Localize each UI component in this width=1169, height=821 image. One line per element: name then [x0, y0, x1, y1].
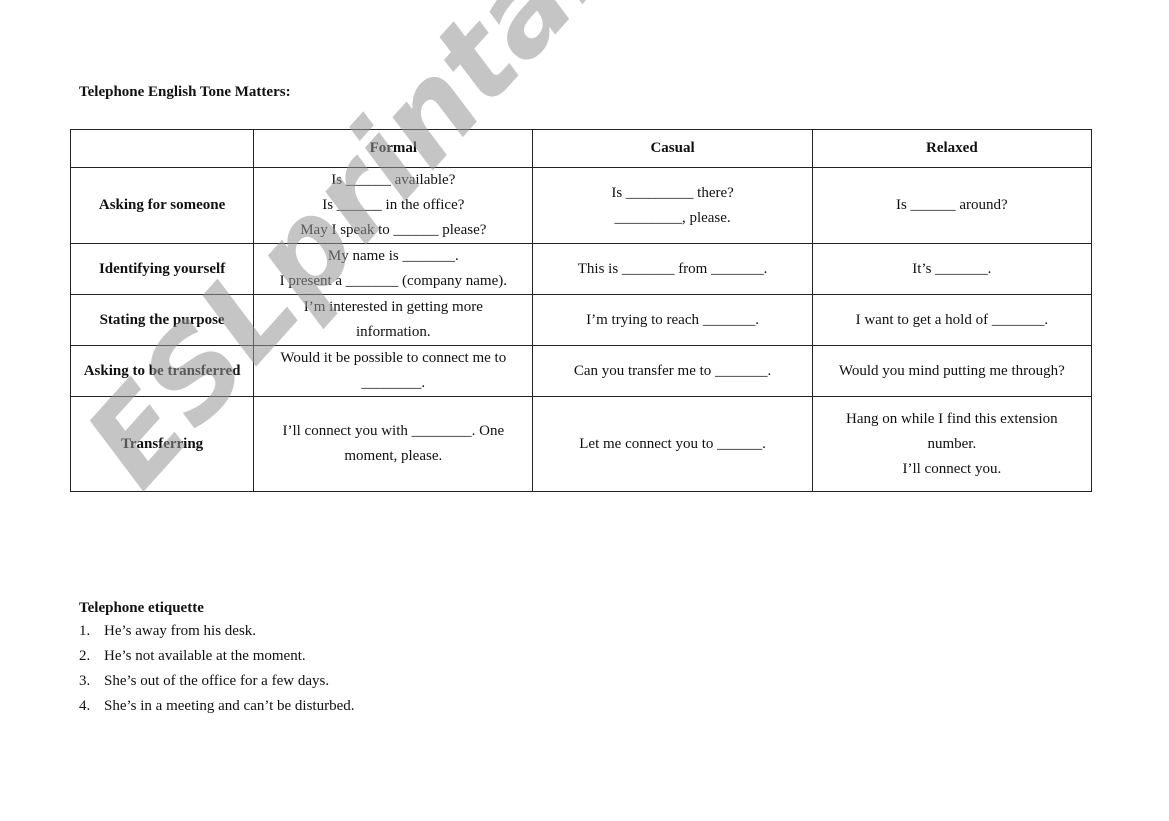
row-label: Asking to be transferred: [69, 345, 255, 397]
table-row: Identifying yourself My name is _______. I…: [69, 243, 1093, 295]
etiquette-section: Telephone etiquette 1. He’s away from his…: [79, 597, 355, 719]
cell-formal: Would it be possible to connect me to ___…: [253, 345, 534, 397]
cell-relaxed: Is ______ around?: [811, 167, 1093, 244]
cell-line: Is ______ available?: [331, 172, 456, 188]
row-label: Asking for someone: [69, 167, 255, 244]
cell-line: May I speak to ______ please?: [300, 222, 487, 238]
cell-line: This is _______ from _______.: [577, 260, 768, 277]
item-text: He’s away from his desk.: [104, 623, 257, 639]
cell-formal: I’ll connect you with ________. One momen…: [253, 396, 534, 492]
item-number: 3.: [79, 673, 91, 689]
table-header-row: Formal Casual Relaxed: [69, 129, 1093, 168]
cell-formal: My name is _______. I present a _______ (…: [253, 243, 534, 295]
cell-formal: Is ______ available? Is ______ in the off…: [253, 167, 534, 244]
table-row: Asking for someone Is ______ available? Is…: [69, 167, 1093, 244]
cell-line: I want to get a hold of _______.: [855, 311, 1049, 328]
table-row: Asking to be transferred Would it be poss…: [69, 345, 1093, 397]
cell-line: It’s _______.: [912, 260, 992, 277]
cell-line: I’m trying to reach _______.: [586, 311, 759, 328]
item-number: 1.: [79, 623, 91, 639]
cell-line: Let me connect you to ______.: [579, 435, 766, 452]
cell-line: _________, please.: [614, 209, 731, 226]
row-label: Identifying yourself: [69, 243, 255, 295]
header-casual: Casual: [532, 129, 813, 168]
cell-line: Would you mind putting me through?: [838, 362, 1065, 379]
cell-line: I’ll connect you.: [902, 460, 1002, 477]
cell-line: ________.: [361, 375, 426, 391]
cell-line: moment, please.: [344, 448, 443, 464]
cell-formal: I’m interested in getting more informatio…: [253, 294, 534, 346]
cell-casual: This is _______ from _______.: [532, 243, 813, 295]
row-label: Transferring: [69, 396, 255, 492]
item-text: He’s not available at the moment.: [104, 648, 306, 664]
tone-table: Formal Casual Relaxed Asking for someone…: [69, 129, 1093, 492]
item-text: She’s in a meeting and can’t be disturbe…: [104, 698, 355, 714]
cell-line: Hang on while I find this extension: [846, 410, 1058, 427]
cell-line: Would it be possible to connect me to: [280, 350, 507, 366]
header-formal: Formal: [253, 129, 534, 168]
header-relaxed: Relaxed: [811, 129, 1093, 168]
item-text: She’s out of the office for a few days.: [104, 673, 330, 689]
cell-casual: Is _________ there? _________, please.: [532, 167, 813, 244]
list-item: 3. She’s out of the office for a few days…: [79, 669, 355, 694]
etiquette-title: Telephone etiquette: [79, 600, 204, 616]
cell-relaxed: I want to get a hold of _______.: [811, 294, 1093, 346]
header-empty: [69, 129, 255, 168]
cell-casual: Let me connect you to ______.: [532, 396, 813, 492]
cell-line: Is ______ around?: [896, 197, 1008, 213]
cell-relaxed: Hang on while I find this extension numbe…: [811, 396, 1093, 492]
cell-line: number.: [927, 435, 977, 452]
row-label: Stating the purpose: [69, 294, 255, 346]
cell-line: Can you transfer me to _______.: [573, 362, 772, 379]
cell-casual: I’m trying to reach _______.: [532, 294, 813, 346]
cell-line: My name is _______.: [327, 248, 459, 264]
table-row: Stating the purpose I’m interested in get…: [69, 294, 1093, 346]
cell-line: I present a _______ (company name).: [279, 273, 508, 289]
cell-line: I’m interested in getting more: [303, 299, 483, 315]
list-item: 1. He’s away from his desk.: [79, 619, 355, 644]
item-number: 4.: [79, 698, 91, 714]
cell-line: Is _________ there?: [611, 184, 734, 201]
table-row: Transferring I’ll connect you with ______…: [69, 396, 1093, 492]
list-item: 4. She’s in a meeting and can’t be distur…: [79, 694, 355, 719]
item-number: 2.: [79, 648, 91, 664]
cell-relaxed: It’s _______.: [811, 243, 1093, 295]
cell-casual: Can you transfer me to _______.: [532, 345, 813, 397]
list-item: 2. He’s not available at the moment.: [79, 644, 355, 669]
etiquette-list: 1. He’s away from his desk. 2. He’s not av…: [79, 619, 355, 719]
cell-relaxed: Would you mind putting me through?: [811, 345, 1093, 397]
page-title: Telephone English Tone Matters:: [79, 84, 291, 100]
cell-line: information.: [356, 324, 431, 340]
cell-line: Is ______ in the office?: [322, 197, 465, 213]
cell-line: I’ll connect you with ________. One: [282, 423, 505, 439]
